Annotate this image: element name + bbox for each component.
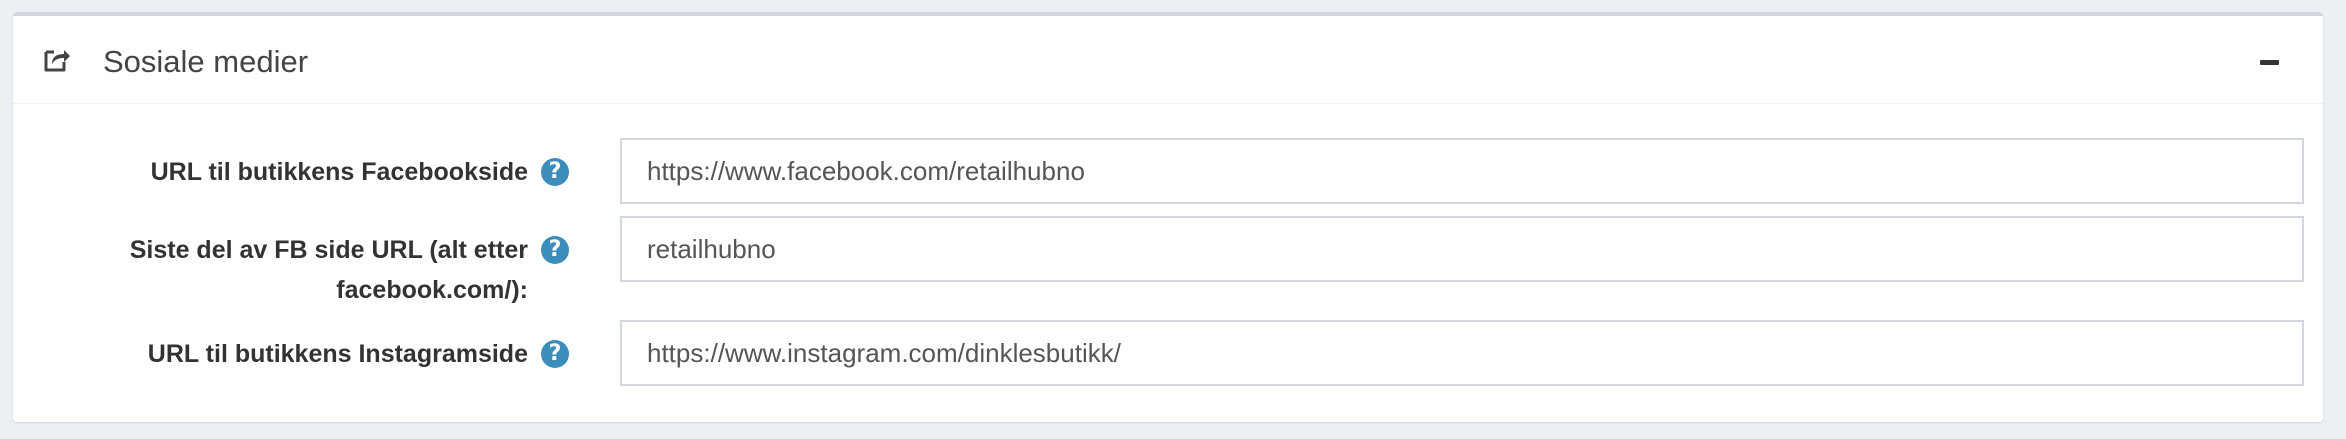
panel-header: Sosiale medier [13, 16, 2323, 104]
panel-title: Sosiale medier [103, 44, 309, 79]
instagram-url-input[interactable] [620, 320, 2304, 386]
social-media-panel: Sosiale medier URL til butikkens Faceboo… [13, 12, 2323, 422]
instagram-url-label: URL til butikkens Instagramside [147, 340, 528, 368]
fb-page-suffix-label-line1: Siste del av FB side URL (alt etter [129, 236, 528, 264]
share-square-icon [42, 44, 72, 74]
fb-page-suffix-input[interactable] [620, 216, 2304, 282]
facebook-url-label: URL til butikkens Facebookside [150, 158, 528, 186]
collapse-button[interactable] [2249, 42, 2289, 82]
fb-page-suffix-label-line2: facebook.com/): [336, 276, 528, 304]
facebook-url-input[interactable] [620, 138, 2304, 204]
question-circle-icon[interactable]: ? [541, 340, 569, 368]
minus-icon [2260, 60, 2279, 65]
question-circle-icon[interactable]: ? [541, 158, 569, 186]
fb-page-suffix-label: Siste del av FB side URL (alt etter face… [130, 230, 528, 310]
question-circle-icon[interactable]: ? [541, 236, 569, 264]
